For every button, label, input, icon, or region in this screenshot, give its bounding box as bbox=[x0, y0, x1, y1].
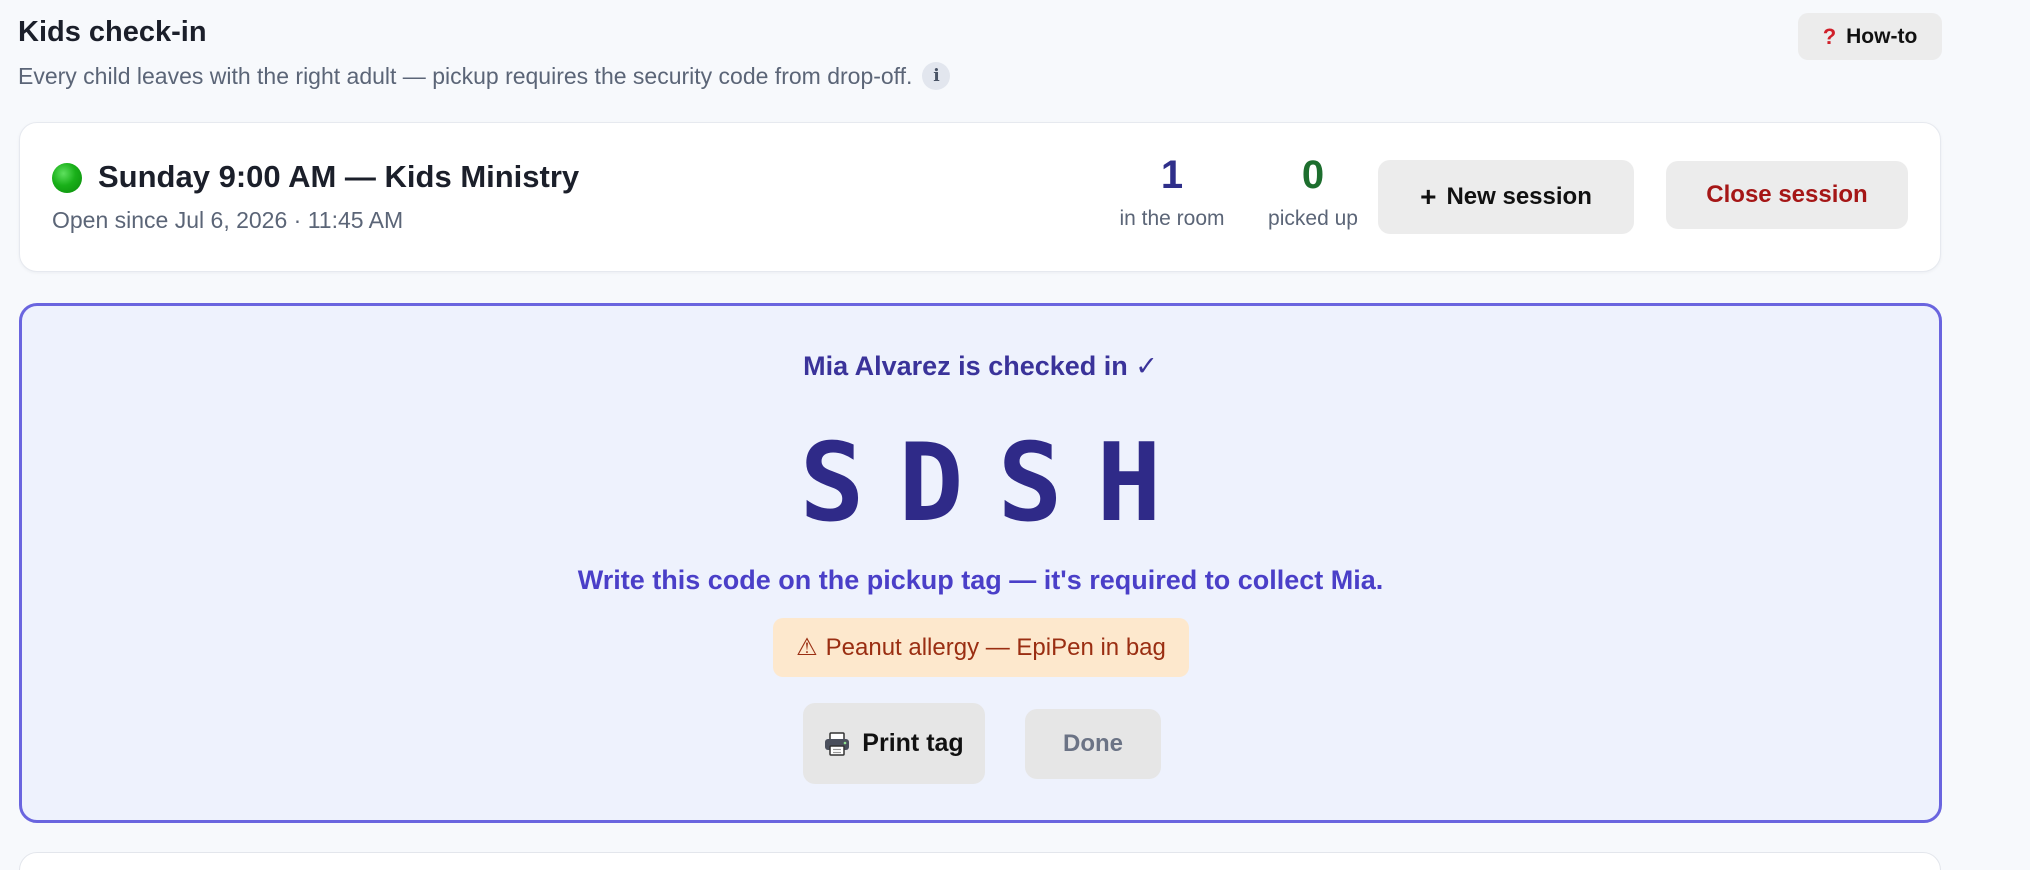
info-icon[interactable]: i bbox=[922, 62, 951, 90]
new-session-button[interactable]: + New session bbox=[1378, 160, 1634, 234]
page-title: Kids check-in bbox=[18, 16, 207, 48]
new-session-label: New session bbox=[1446, 183, 1592, 210]
question-icon: ? bbox=[1822, 23, 1837, 49]
howto-button[interactable]: ? How-to bbox=[1798, 13, 1942, 60]
next-section-card bbox=[19, 852, 1941, 870]
subtitle-text: Every child leaves with the right adult … bbox=[18, 62, 913, 89]
print-tag-label: Print tag bbox=[862, 729, 964, 757]
in-room-count: 1 bbox=[1160, 153, 1184, 197]
howto-label: How-to bbox=[1846, 24, 1918, 48]
page-subtitle: Every child leaves with the right adult … bbox=[18, 62, 951, 90]
pickup-instructions: Write this code on the pickup tag — it's… bbox=[577, 565, 1384, 595]
printer-icon bbox=[825, 731, 850, 756]
checkin-message: Mia Alvarez is checked in ✓ bbox=[803, 351, 1158, 381]
kids-checkin-page: Kids check-in Every child leaves with th… bbox=[0, 0, 2030, 870]
picked-up-count: 0 bbox=[1301, 153, 1325, 197]
allergy-alert: ⚠ Peanut allergy — EpiPen in bag bbox=[773, 618, 1189, 677]
picked-up-label: picked up bbox=[1268, 207, 1358, 230]
checkin-confirmation-panel: Mia Alvarez is checked in ✓ SDSH Write t… bbox=[19, 303, 1942, 823]
plus-icon: + bbox=[1420, 181, 1437, 212]
session-status-icon bbox=[52, 163, 82, 193]
stat-in-room: 1 in the room bbox=[1092, 153, 1252, 231]
print-tag-button[interactable]: Print tag bbox=[803, 703, 985, 784]
close-session-button[interactable]: Close session bbox=[1666, 161, 1908, 229]
session-name: Sunday 9:00 AM — Kids Ministry bbox=[98, 159, 580, 194]
done-button[interactable]: Done bbox=[1025, 709, 1161, 779]
session-open-since: Open since Jul 6, 2026 · 11:45 AM bbox=[52, 207, 404, 233]
session-card: Sunday 9:00 AM — Kids Ministry Open sinc… bbox=[19, 122, 1941, 272]
security-code: SDSH bbox=[799, 421, 1196, 546]
in-room-label: in the room bbox=[1119, 207, 1225, 230]
allergy-text: Peanut allergy — EpiPen in bag bbox=[825, 633, 1166, 661]
warning-icon: ⚠ bbox=[796, 634, 818, 661]
stat-picked-up: 0 picked up bbox=[1248, 153, 1378, 231]
